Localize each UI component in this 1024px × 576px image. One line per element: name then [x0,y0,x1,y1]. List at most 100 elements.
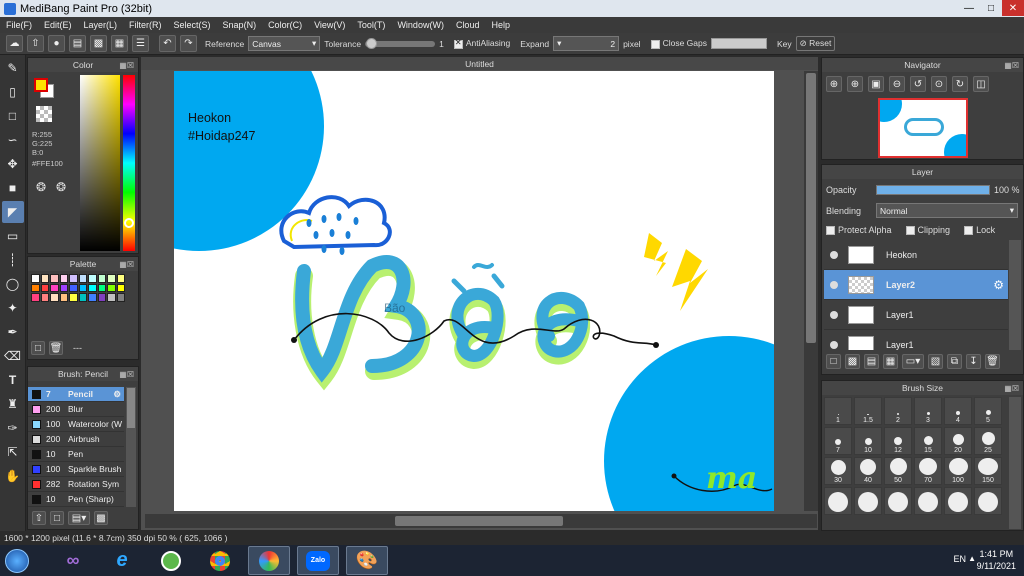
transparent-color-swatch[interactable] [36,106,52,122]
grid-icon[interactable]: ▦ [111,35,128,52]
close-gaps-checkbox[interactable]: Close Gaps [650,38,707,49]
magic-wand-icon[interactable]: ✦ [2,297,24,319]
merge-layer-icon[interactable]: ↧ [966,354,981,369]
palette-swatch[interactable] [50,283,59,292]
brush-size-cell[interactable]: 70 [914,457,942,485]
palette-swatch[interactable] [59,283,68,292]
brush-size-cell[interactable]: 10 [854,427,882,455]
reset-rotation-icon[interactable]: ⊙ [931,76,947,92]
document-icon[interactable]: ▩ [90,35,107,52]
folder-icon[interactable]: ▧ [928,354,943,369]
delete-layer-icon[interactable]: 🗑 [985,354,1000,369]
select-eraser-icon[interactable]: ⌫ [2,345,24,367]
brush-size-cell[interactable]: 50 [884,457,912,485]
palette-swatch[interactable] [69,293,78,302]
brush-size-cell[interactable] [944,487,972,515]
eye-icon[interactable] [830,280,838,289]
color-wheel-icon[interactable]: ❂ [36,180,46,194]
palette-swatch[interactable] [69,283,78,292]
protect-alpha-checkbox[interactable]: Protect Alpha [826,225,892,236]
palette-swatch[interactable] [31,293,40,302]
palette-swatch[interactable] [59,274,68,283]
palette-swatch[interactable] [31,274,40,283]
close-gaps-slider[interactable] [710,38,767,49]
internet-explorer-taskbar-icon[interactable]: e [101,546,143,575]
panel-options-icon[interactable]: ▦☒ [1004,384,1019,393]
paint-taskbar-icon[interactable]: 🎨 [346,546,388,575]
zalo-taskbar-icon[interactable]: Zalo [297,546,339,575]
palette-swatch[interactable] [50,274,59,283]
brush-list-item[interactable]: 10 Pen (Sharp) [28,492,124,507]
palette-swatch[interactable] [40,283,49,292]
palette-swatch[interactable] [78,283,87,292]
zoom-in-alt-icon[interactable]: ⊕ [847,76,863,92]
expand-stepper[interactable]: ▾ 2 [553,36,620,51]
zoom-out-icon[interactable]: ⊖ [889,76,905,92]
brush-size-cell[interactable]: 3 [914,397,942,425]
palette-swatch[interactable] [59,293,68,302]
new-halftone-layer-icon[interactable]: ▩ [845,354,860,369]
brush-size-cell[interactable] [914,487,942,515]
brush-list-item[interactable]: 7 Pencil ⚙ [28,387,124,402]
palette-swatch[interactable] [107,283,116,292]
palette-swatch[interactable] [88,283,97,292]
language-indicator[interactable]: EN [953,554,966,564]
speech-icon[interactable]: ▤ [69,35,86,52]
brush-size-scrollbar[interactable] [1009,397,1021,529]
layer-row[interactable]: Layer1 [824,330,1008,350]
brush-list-scrollbar[interactable] [126,387,136,507]
windows-start-button[interactable] [0,546,34,576]
palette-swatch[interactable] [116,274,125,283]
brush-size-cell[interactable]: 1 [824,397,852,425]
gradient-tool-icon[interactable]: ▭ [2,225,24,247]
comment-icon[interactable]: ● [48,35,65,52]
palette-swatch[interactable] [69,274,78,283]
new-palette-icon[interactable]: □ [31,341,45,355]
brush-list-item[interactable]: 100 Watercolor (W [28,417,124,432]
eye-icon[interactable] [830,250,838,259]
menu-select[interactable]: Select(S) [168,20,217,30]
menu-file[interactable]: File(F) [0,20,38,30]
maximize-button[interactable]: □ [980,0,1002,16]
undo-icon[interactable]: ↶ [159,35,176,52]
new-1bit-layer-icon[interactable]: ▦ [883,354,898,369]
antialiasing-checkbox[interactable]: AntiAliasing [453,38,510,49]
palette-swatch[interactable] [50,293,59,302]
system-tray-arrow-icon[interactable]: ▲ [968,554,976,563]
menu-filter[interactable]: Filter(R) [123,20,168,30]
palette-swatch[interactable] [40,274,49,283]
clipping-checkbox[interactable]: Clipping [905,225,950,236]
divide-tool-icon[interactable]: ♜ [2,393,24,415]
opacity-slider[interactable] [876,185,990,195]
menu-snap[interactable]: Snap(N) [217,20,263,30]
panel-options-icon[interactable]: ▦☒ [119,370,134,379]
palette-swatch[interactable] [40,293,49,302]
canvas-horizontal-scrollbar[interactable] [145,514,817,528]
share-icon[interactable]: ⇧ [27,35,44,52]
reset-button[interactable]: ⊘ Reset [795,36,836,51]
rectangle-tool-icon[interactable]: □ [2,105,24,127]
brush-size-cell[interactable]: 7 [824,427,852,455]
palette-swatch[interactable] [97,283,106,292]
select-pen-icon[interactable]: ✒ [2,321,24,343]
canvas-tab[interactable]: Untitled [141,57,818,70]
foreground-color-swatch[interactable] [34,78,48,92]
palette-swatch[interactable] [97,293,106,302]
palette-swatch[interactable] [31,283,40,292]
tolerance-slider-handle[interactable] [366,37,378,49]
reference-dropdown[interactable]: Canvas ▾ [248,36,321,51]
gear-icon[interactable]: ⚙ [113,389,121,400]
tolerance-slider[interactable] [365,37,436,49]
palette-swatch[interactable] [78,274,87,283]
layer-list-scrollbar[interactable] [1009,240,1021,350]
saturation-value-square[interactable] [80,75,120,251]
layer-row[interactable]: Heokon [824,240,1008,270]
fit-window-icon[interactable]: ▣ [868,76,884,92]
vertical-scroll-thumb[interactable] [806,73,816,343]
panel-options-icon[interactable]: ▦☒ [119,61,134,70]
brush-size-cell[interactable]: 2 [884,397,912,425]
brush-size-cell[interactable]: 20 [944,427,972,455]
color-tone-icon[interactable]: ❂ [56,180,66,194]
operation-tool-icon[interactable]: ⇱ [2,441,24,463]
minimize-button[interactable]: — [958,0,980,16]
